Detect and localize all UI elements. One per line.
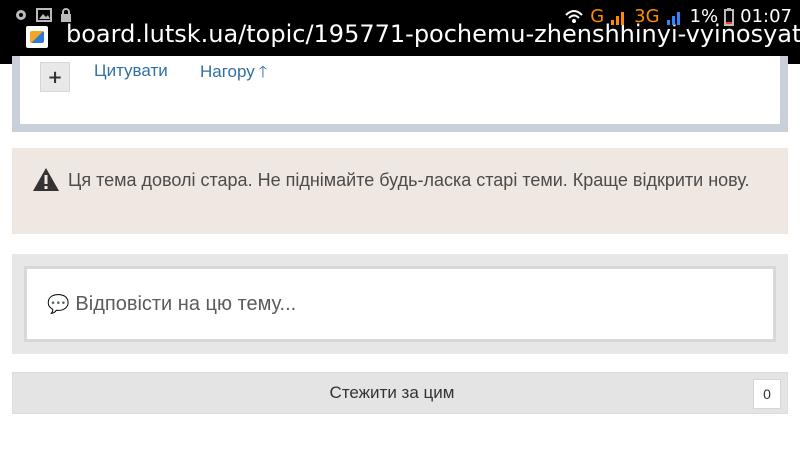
back-to-top-link[interactable]: Нагору 🡑 (200, 61, 267, 88)
wifi-icon (565, 9, 583, 23)
warning-icon (33, 168, 59, 191)
comment-icon: 💬 (47, 294, 70, 314)
reply-section: 💬 Відповісти на цю тему... (12, 254, 788, 354)
battery-icon (724, 7, 735, 26)
old-topic-warning: Ця тема доволі стара. Не піднімайте будь… (12, 148, 788, 234)
signal-icon (611, 11, 625, 25)
clock-time: 01:07 (740, 6, 792, 27)
status-left-icons (14, 8, 72, 22)
arrow-up-icon: 🡑 (258, 64, 268, 81)
site-favicon (26, 26, 48, 48)
quote-link[interactable]: Цитувати (94, 61, 168, 81)
post-container: + Цитувати Нагору 🡑 (12, 56, 788, 132)
signal-icon (666, 11, 680, 25)
settings-icon (16, 10, 26, 20)
warning-text: Ця тема доволі стара. Не піднімайте будь… (68, 170, 750, 190)
follow-button[interactable]: Стежити за цим 0 (12, 372, 788, 414)
network-g-label: G (590, 6, 605, 27)
post-body: + Цитувати Нагору 🡑 (20, 56, 780, 124)
status-right-icons: G 3G 1% 01:07 (564, 6, 792, 27)
battery-percent: 1% (689, 6, 719, 27)
reply-prompt[interactable]: 💬 Відповісти на цю тему... (47, 293, 296, 316)
follow-label: Стежити за цим (329, 383, 455, 402)
back-to-top-label: Нагору (200, 62, 255, 81)
multiquote-plus-button[interactable]: + (40, 62, 70, 92)
browser-top-bar: board.lutsk.ua/topic/195771-pochemu-zhen… (0, 0, 800, 64)
follow-count-badge: 0 (753, 379, 781, 409)
reply-placeholder: Відповісти на цю тему... (75, 293, 297, 315)
reply-box[interactable]: 💬 Відповісти на цю тему... (24, 266, 776, 342)
image-icon (36, 8, 52, 22)
network-3g-label: 3G (634, 6, 660, 27)
